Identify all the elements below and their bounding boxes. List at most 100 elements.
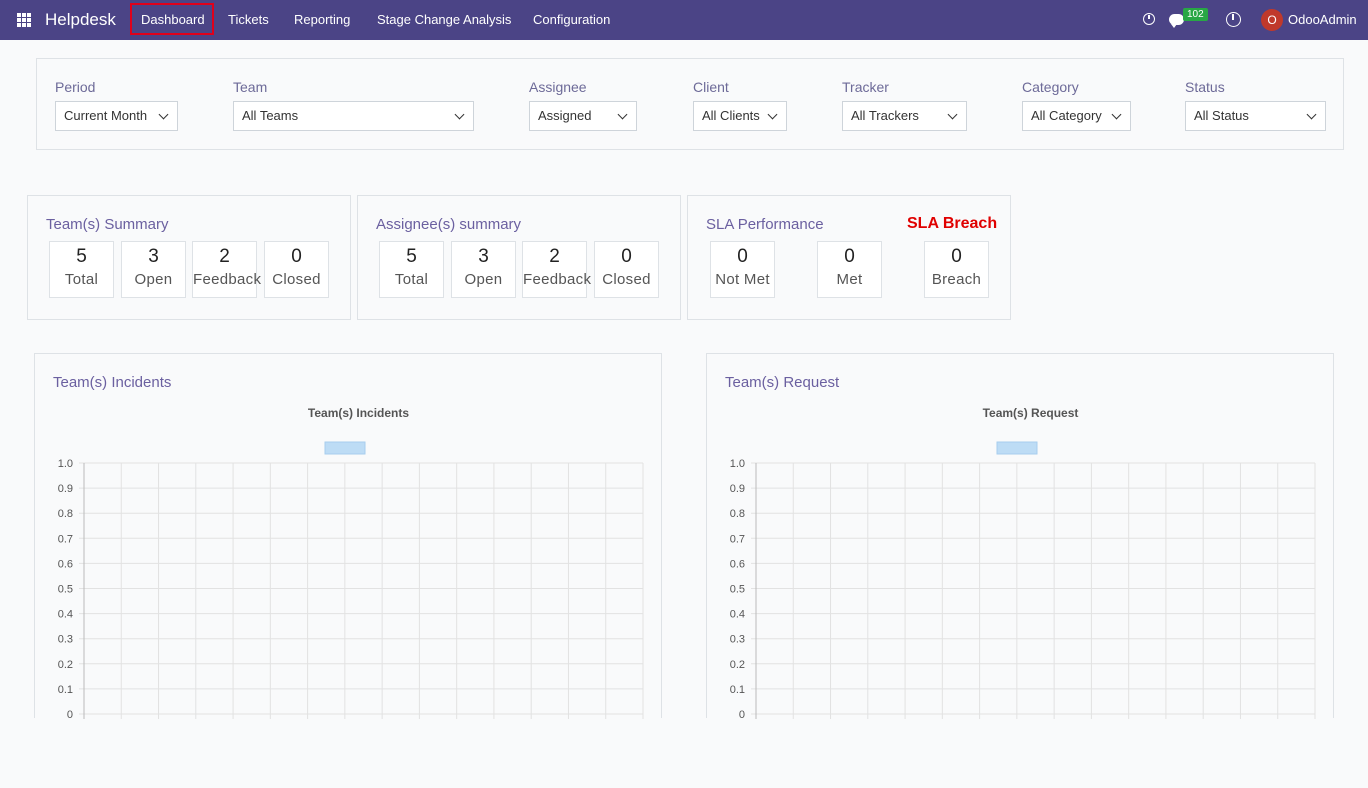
nav-configuration[interactable]: Configuration bbox=[533, 12, 610, 27]
stat-value: 2 bbox=[549, 246, 560, 267]
filter-label-client: Client bbox=[693, 79, 729, 95]
team-closed-stat[interactable]: 0 Closed bbox=[264, 241, 329, 298]
client-select-value: All Clients bbox=[702, 108, 760, 123]
stat-value: 0 bbox=[291, 246, 302, 267]
filter-label-team: Team bbox=[233, 79, 268, 95]
messages-count-badge: 102 bbox=[1183, 8, 1208, 21]
team-request-chart: Team(s) Request 1.0 0.9 0.8 0.7 0.6 0.5 0.4 0.3 0… bbox=[730, 406, 1316, 719]
filter-label-period: Period bbox=[55, 79, 96, 95]
stat-label: Breach bbox=[931, 271, 982, 288]
sla-performance-title: SLA Performance bbox=[706, 216, 824, 233]
timer-icon[interactable] bbox=[1143, 13, 1155, 25]
category-select[interactable]: All Category bbox=[1022, 101, 1131, 131]
filter-panel: Period Current Month Team All Teams Assi… bbox=[36, 58, 1344, 150]
stat-value: 5 bbox=[76, 246, 87, 267]
stat-label: Closed bbox=[272, 271, 321, 288]
filter-label-tracker: Tracker bbox=[842, 79, 889, 95]
stat-value: 0 bbox=[951, 246, 962, 267]
period-select[interactable]: Current Month bbox=[55, 101, 178, 131]
filter-label-category: Category bbox=[1022, 79, 1079, 95]
client-select[interactable]: All Clients bbox=[693, 101, 787, 131]
assignee-feedback-stat[interactable]: 2 Feedback bbox=[522, 241, 592, 298]
y-tick-label: 0.3 bbox=[58, 634, 73, 646]
nav-stage-change-analysis[interactable]: Stage Change Analysis bbox=[377, 12, 511, 27]
stat-label: Open bbox=[464, 271, 503, 288]
team-summary-title: Team(s) Summary bbox=[46, 216, 169, 233]
y-tick-label: 0.8 bbox=[58, 508, 73, 520]
filter-status: Status All Status bbox=[1185, 79, 1326, 131]
sla-breach-title: SLA Breach bbox=[907, 215, 998, 232]
stat-label: Feedback bbox=[523, 271, 592, 288]
stat-value: 2 bbox=[219, 246, 230, 267]
y-tick-label: 0.3 bbox=[730, 634, 745, 646]
filter-period: Period Current Month bbox=[55, 79, 178, 131]
team-select-value: All Teams bbox=[242, 108, 299, 123]
stat-value: 0 bbox=[621, 246, 632, 267]
tracker-select[interactable]: All Trackers bbox=[842, 101, 967, 131]
app-title[interactable]: Helpdesk bbox=[45, 10, 116, 30]
filter-team: Team All Teams bbox=[233, 79, 474, 131]
chevron-down-icon bbox=[454, 109, 465, 120]
filter-assignee: Assignee Assigned bbox=[529, 79, 637, 131]
y-tick-label: 0.1 bbox=[730, 684, 745, 696]
y-tick-label: 0 bbox=[67, 709, 73, 719]
legend-swatch bbox=[324, 441, 366, 455]
y-tick-label: 0.4 bbox=[730, 609, 745, 621]
y-tick-label: 0.5 bbox=[58, 584, 73, 596]
team-select[interactable]: All Teams bbox=[233, 101, 474, 131]
sla-not-met-stat[interactable]: 0 Not Met bbox=[710, 241, 775, 298]
chevron-down-icon bbox=[1306, 109, 1317, 120]
team-total-stat[interactable]: 5 Total bbox=[49, 241, 114, 298]
team-incidents-panel: Team(s) Incidents Team(s) Incidents 1.0 0.… bbox=[34, 353, 662, 719]
y-tick-label: 1.0 bbox=[58, 458, 73, 470]
user-name[interactable]: OdooAdmin bbox=[1288, 12, 1357, 27]
chevron-down-icon bbox=[158, 109, 169, 120]
team-open-stat[interactable]: 3 Open bbox=[121, 241, 186, 298]
y-tick-label: 0.7 bbox=[730, 533, 745, 545]
filter-category: Category All Category bbox=[1022, 79, 1131, 131]
stat-label: Total bbox=[64, 271, 99, 288]
chart-title: Team(s) Incidents bbox=[308, 406, 409, 420]
assignee-summary-card: Assignee(s) summary 5 Total 3 Open 2 Fee… bbox=[357, 195, 681, 320]
team-request-panel: Team(s) Request Team(s) Request 1.0 0.9 0.8… bbox=[706, 353, 1334, 719]
assignee-closed-stat[interactable]: 0 Closed bbox=[594, 241, 659, 298]
y-tick-label: 0.1 bbox=[58, 684, 73, 696]
assignee-select[interactable]: Assigned bbox=[529, 101, 637, 131]
nav-reporting[interactable]: Reporting bbox=[294, 12, 350, 27]
assignee-summary-title: Assignee(s) summary bbox=[376, 216, 522, 233]
y-tick-label: 0.4 bbox=[58, 609, 73, 621]
stat-value: 0 bbox=[844, 246, 855, 267]
activities-clock-icon[interactable] bbox=[1226, 12, 1241, 27]
stat-value: 3 bbox=[478, 246, 489, 267]
stat-label: Total bbox=[394, 271, 429, 288]
team-feedback-stat[interactable]: 2 Feedback bbox=[192, 241, 261, 298]
chevron-down-icon bbox=[947, 109, 958, 120]
category-select-value: All Category bbox=[1031, 108, 1102, 123]
apps-menu-icon[interactable] bbox=[17, 13, 31, 27]
user-avatar[interactable]: O bbox=[1261, 9, 1283, 31]
filter-tracker: Tracker All Trackers bbox=[842, 79, 967, 131]
y-tick-label: 0.6 bbox=[730, 558, 745, 570]
assignee-open-stat[interactable]: 3 Open bbox=[451, 241, 516, 298]
top-navbar: Helpdesk Dashboard Tickets Reporting Sta… bbox=[0, 0, 1368, 40]
y-tick-label: 0.6 bbox=[58, 558, 73, 570]
y-tick-label: 0.5 bbox=[730, 584, 745, 596]
y-tick-label: 0.2 bbox=[58, 659, 73, 671]
sla-performance-card: SLA Performance SLA Breach 0 Not Met 0 M… bbox=[687, 195, 1011, 320]
tracker-select-value: All Trackers bbox=[851, 108, 919, 123]
assignee-total-stat[interactable]: 5 Total bbox=[379, 241, 444, 298]
status-select[interactable]: All Status bbox=[1185, 101, 1326, 131]
period-select-value: Current Month bbox=[64, 108, 148, 123]
y-tick-label: 0.7 bbox=[58, 533, 73, 545]
stat-value: 5 bbox=[406, 246, 417, 267]
chevron-down-icon bbox=[767, 109, 778, 120]
stat-label: Closed bbox=[602, 271, 651, 288]
stat-value: 0 bbox=[737, 246, 748, 267]
nav-tickets[interactable]: Tickets bbox=[228, 12, 269, 27]
sla-breach-stat[interactable]: 0 Breach bbox=[924, 241, 989, 298]
filter-label-status: Status bbox=[1185, 79, 1225, 95]
messages-icon[interactable] bbox=[1169, 14, 1184, 28]
stat-label: Not Met bbox=[715, 271, 770, 288]
sla-met-stat[interactable]: 0 Met bbox=[817, 241, 882, 298]
assignee-select-value: Assigned bbox=[538, 108, 592, 123]
